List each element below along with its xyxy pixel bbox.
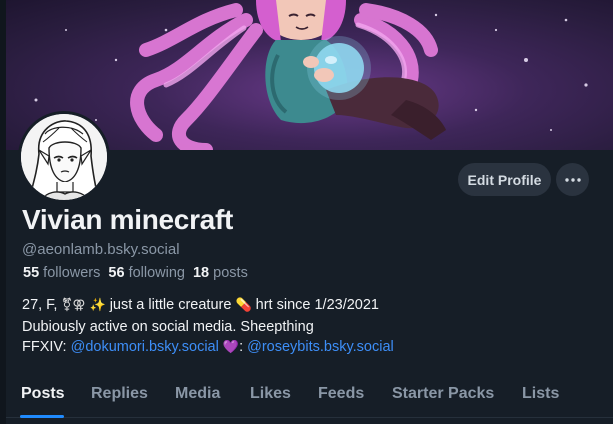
followers-link[interactable]: 55 followers — [23, 265, 100, 281]
pill-icon: 💊 — [235, 298, 252, 313]
followers-count: 55 — [23, 265, 40, 281]
profile-stats: 55 followers 56 following 18 posts — [23, 265, 248, 281]
bio-line-2: Dubiously active on social media. Sheept… — [22, 318, 314, 335]
bio-line-1: 27, F, ⚧⚢ ✨ just a little creature 💊 hrt… — [22, 295, 394, 317]
tab-lists[interactable]: Lists — [522, 385, 559, 403]
mention-link-roseybits[interactable]: @roseybits.bsky.social — [247, 339, 394, 355]
tab-starter-packs[interactable]: Starter Packs — [392, 385, 494, 403]
more-options-button[interactable] — [556, 163, 589, 196]
profile-tabs: Posts Replies Media Likes Feeds Starter … — [6, 370, 613, 418]
profile-bio: 27, F, ⚧⚢ ✨ just a little creature 💊 hrt… — [22, 295, 394, 359]
followers-label: followers — [43, 265, 101, 281]
edit-profile-button[interactable]: Edit Profile — [458, 163, 551, 196]
avatar-image — [21, 114, 107, 200]
bio-line-3: FFXIV: @dokumori.bsky.social 💜: @roseybi… — [22, 337, 394, 359]
display-name: Vivian minecraft — [22, 204, 233, 235]
bio-text: hrt since 1/23/2021 — [255, 297, 379, 313]
active-tab-indicator — [20, 415, 64, 418]
profile-avatar[interactable] — [18, 111, 110, 203]
bio-text: FFXIV: — [22, 339, 67, 355]
tab-likes[interactable]: Likes — [250, 385, 291, 403]
posts-label: posts — [213, 265, 248, 281]
bio-text: 27, F, — [22, 297, 58, 313]
mention-link-dokumori[interactable]: @dokumori.bsky.social — [71, 339, 219, 355]
posts-count: 18 — [192, 265, 210, 281]
posts-stat: 18 posts — [193, 265, 248, 281]
bio-text: just a little creature — [109, 297, 232, 313]
purple-heart-icon: 💜 — [222, 340, 240, 355]
following-label: following — [128, 265, 185, 281]
tab-posts[interactable]: Posts — [21, 385, 65, 403]
profile-handle: @aeonlamb.bsky.social — [22, 241, 180, 258]
tab-media[interactable]: Media — [175, 385, 220, 403]
tab-replies[interactable]: Replies — [91, 385, 148, 403]
ellipsis-icon — [564, 177, 581, 182]
sparkles-icon: ✨ — [89, 298, 106, 313]
following-count: 56 — [108, 265, 125, 281]
bio-text: : — [239, 339, 244, 355]
tab-feeds[interactable]: Feeds — [318, 385, 364, 403]
following-link[interactable]: 56 following — [108, 265, 185, 281]
gender-symbol-icon: ⚧⚢ — [61, 298, 86, 313]
